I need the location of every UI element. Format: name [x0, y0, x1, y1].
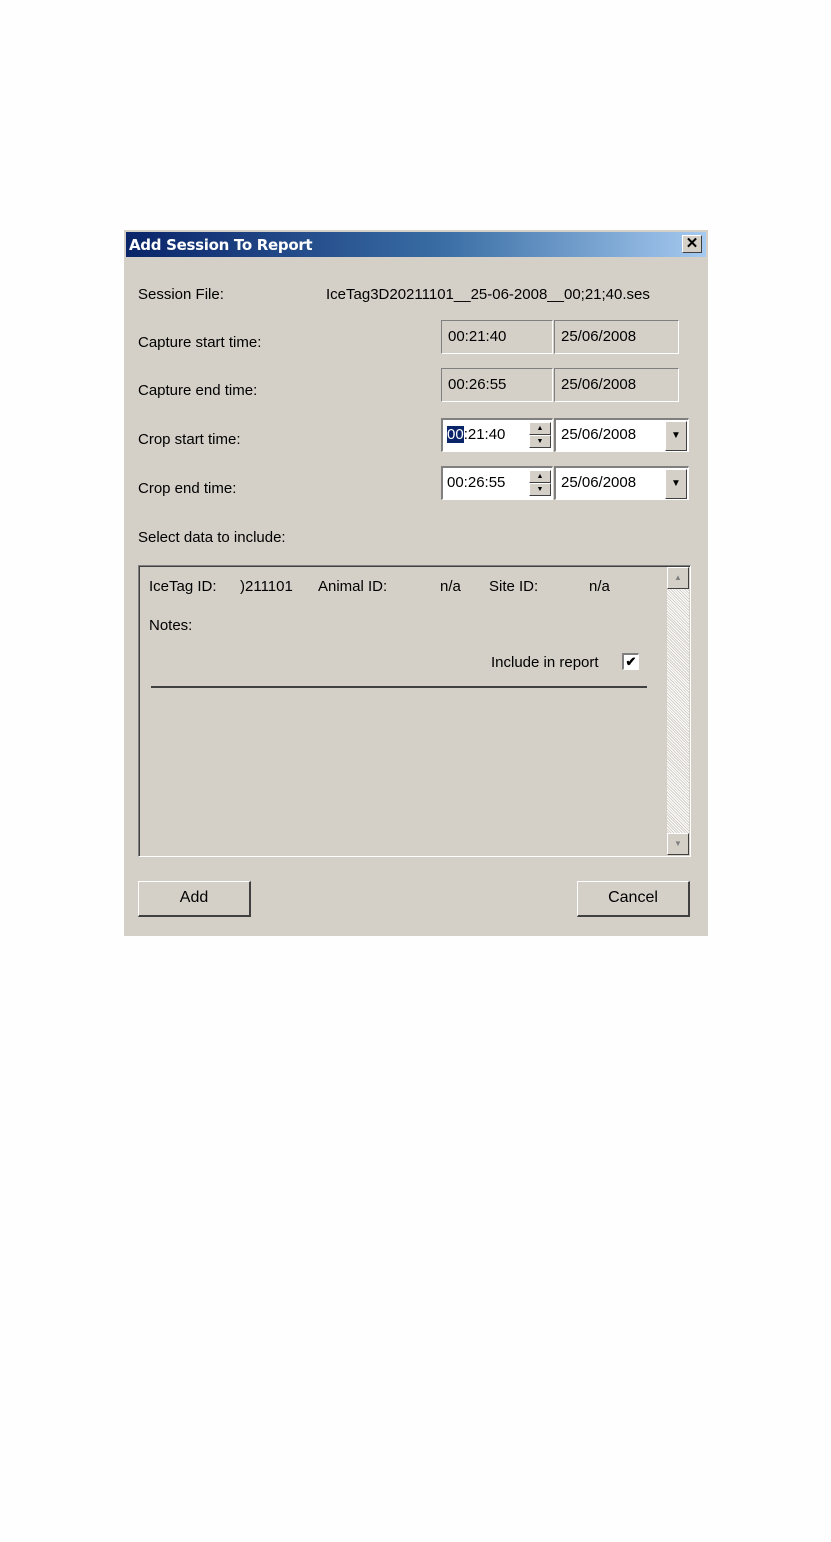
time-remainder: :21:40: [463, 426, 506, 443]
icetag-id-value: )211101: [240, 578, 293, 595]
add-button[interactable]: Add: [138, 881, 251, 917]
crop-start-date-value: 25/06/2008: [561, 426, 637, 443]
chevron-down-icon[interactable]: ▼: [665, 421, 687, 451]
scroll-down-icon[interactable]: ▼: [667, 833, 689, 855]
capture-end-label: Capture end time:: [138, 382, 258, 399]
cancel-button[interactable]: Cancel: [577, 881, 690, 917]
down-arrow-icon[interactable]: ▼: [529, 483, 551, 496]
title-bar[interactable]: Add Session To Report ✕: [126, 232, 706, 257]
site-id-value: n/a: [589, 578, 610, 595]
add-session-dialog: Add Session To Report ✕ Session File: Ic…: [124, 230, 708, 936]
crop-start-time-value[interactable]: 00:21:40: [447, 420, 505, 450]
session-file-label: Session File:: [138, 286, 224, 303]
animal-id-value: n/a: [440, 578, 461, 595]
data-list-panel: IceTag ID: )211101 Animal ID: n/a Site I…: [138, 565, 691, 857]
vertical-scrollbar[interactable]: ▲ ▼: [667, 567, 689, 855]
site-id-label: Site ID:: [489, 578, 539, 595]
time-spinner[interactable]: ▲ ▼: [529, 470, 551, 498]
dialog-title: Add Session To Report: [129, 236, 313, 254]
session-file-value: IceTag3D20211101__25-06-2008__00;21;40.s…: [326, 286, 650, 303]
up-arrow-icon[interactable]: ▲: [529, 470, 551, 483]
select-data-label: Select data to include:: [138, 529, 286, 546]
icetag-id-label: IceTag ID:: [149, 578, 217, 595]
item-divider: [151, 686, 647, 688]
crop-end-date-dropdown[interactable]: 25/06/2008 ▼: [554, 466, 689, 500]
crop-end-date-value: 25/06/2008: [561, 474, 637, 491]
down-arrow-icon[interactable]: ▼: [529, 435, 551, 448]
capture-start-time-field: 00:21:40: [441, 320, 553, 354]
notes-label: Notes:: [149, 617, 193, 634]
up-arrow-icon[interactable]: ▲: [529, 422, 551, 435]
crop-start-date-dropdown[interactable]: 25/06/2008 ▼: [554, 418, 689, 452]
include-in-report-label: Include in report: [491, 654, 599, 671]
crop-end-label: Crop end time:: [138, 480, 237, 497]
animal-id-label: Animal ID:: [318, 578, 388, 595]
crop-start-label: Crop start time:: [138, 431, 241, 448]
include-in-report-checkbox[interactable]: ✔: [622, 653, 639, 670]
crop-end-time-value[interactable]: 00:26:55: [447, 468, 505, 498]
capture-start-label: Capture start time:: [138, 334, 262, 351]
crop-start-time-picker[interactable]: 00:21:40 ▲ ▼: [441, 418, 553, 452]
time-spinner[interactable]: ▲ ▼: [529, 422, 551, 450]
crop-end-time-picker[interactable]: 00:26:55 ▲ ▼: [441, 466, 553, 500]
capture-end-date-field: 25/06/2008: [554, 368, 679, 402]
selected-hour[interactable]: 00: [447, 426, 464, 443]
scroll-up-icon[interactable]: ▲: [667, 567, 689, 589]
close-icon[interactable]: ✕: [682, 235, 702, 253]
chevron-down-icon[interactable]: ▼: [665, 469, 687, 499]
capture-end-time-field: 00:26:55: [441, 368, 553, 402]
capture-start-date-field: 25/06/2008: [554, 320, 679, 354]
